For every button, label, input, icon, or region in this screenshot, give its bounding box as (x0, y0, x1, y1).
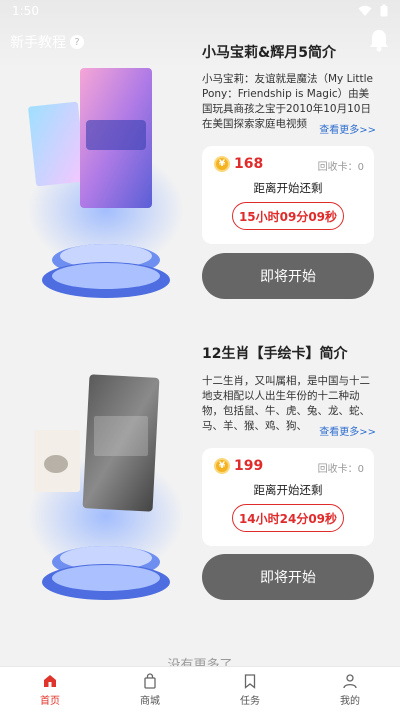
product-info-panel: ¥ 168 回收卡：0 距离开始还剩 15小时09分09秒 (202, 146, 374, 244)
product-title: 小马宝莉&辉月5简介 (202, 45, 336, 61)
tab-home[interactable]: 首页 (0, 667, 100, 712)
price-row: ¥ 199 (214, 458, 263, 474)
product-image[interactable] (22, 366, 190, 606)
recycle-count: 回收卡：0 (317, 464, 364, 475)
product-image[interactable] (22, 60, 190, 300)
countdown-timer: 15小时09分09秒 (232, 202, 344, 230)
tutorial-label: 新手教程 (10, 35, 66, 51)
product-title: 12生肖【手绘卡】简介 (202, 346, 348, 362)
price-value: 199 (234, 458, 264, 474)
product-info-panel: ¥ 199 回收卡：0 距离开始还剩 14小时24分09秒 (202, 448, 374, 546)
tab-tasks[interactable]: 任务 (200, 667, 300, 712)
countdown-timer: 14小时24分09秒 (232, 504, 344, 532)
card-pack-illustration (28, 68, 184, 298)
tab-shop-label: 商城 (140, 695, 160, 707)
coin-icon: ¥ (214, 458, 230, 474)
coming-soon-button[interactable]: 即将开始 (202, 554, 374, 600)
bell-icon[interactable] (368, 28, 390, 52)
user-icon (343, 673, 357, 688)
price-row: ¥ 168 (214, 156, 263, 172)
card-pack-illustration (28, 374, 184, 600)
status-time: 1:50 (12, 4, 39, 18)
tab-profile[interactable]: 我的 (300, 667, 400, 712)
status-bar: 1:50 (0, 0, 400, 24)
tab-home-label: 首页 (40, 695, 60, 707)
countdown-label: 距离开始还剩 (253, 181, 323, 195)
countdown-label: 距离开始还剩 (253, 483, 323, 497)
view-more-link[interactable]: 查看更多>> (315, 423, 376, 438)
top-header: 新手教程 ? (0, 28, 400, 58)
home-icon (44, 674, 56, 687)
price-value: 168 (234, 156, 264, 172)
tab-shop[interactable]: 商城 (100, 667, 200, 712)
battery-icon (380, 4, 388, 17)
tab-profile-label: 我的 (340, 695, 360, 707)
status-icons (358, 4, 388, 17)
view-more-link[interactable]: 查看更多>> (315, 121, 376, 136)
shopping-bag-icon (144, 672, 156, 689)
coin-icon: ¥ (214, 156, 230, 172)
help-icon: ? (70, 35, 84, 49)
coming-soon-button[interactable]: 即将开始 (202, 253, 374, 299)
wifi-icon (358, 5, 372, 16)
task-bookmark-icon (244, 673, 256, 689)
recycle-count: 回收卡：0 (317, 162, 364, 173)
bottom-tab-bar: 首页 商城 任务 我的 (0, 666, 400, 712)
tab-tasks-label: 任务 (240, 695, 260, 707)
tutorial-button[interactable]: 新手教程 ? (10, 32, 84, 52)
